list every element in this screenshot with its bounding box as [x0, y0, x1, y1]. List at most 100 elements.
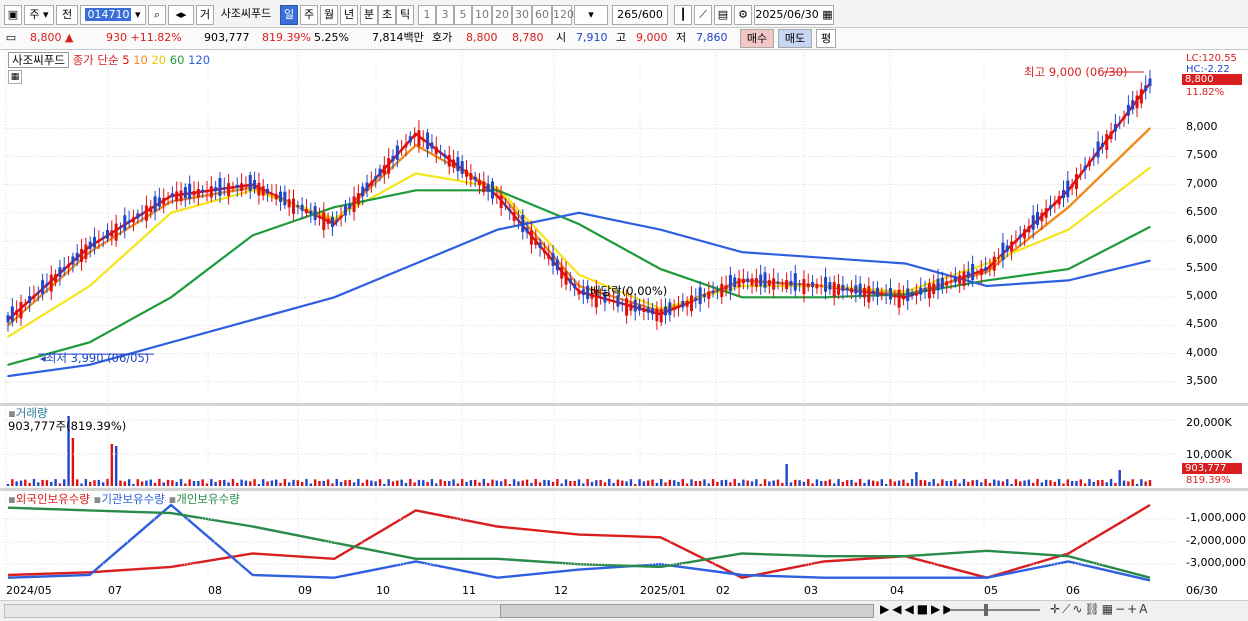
table-icon[interactable]: ▦: [1102, 602, 1115, 616]
volume-bar: [132, 483, 135, 486]
volume-bar: [6, 484, 10, 486]
candle-body: [248, 175, 252, 191]
save-icon[interactable]: ▤: [714, 5, 732, 25]
candle-body: [287, 199, 291, 208]
period-tick[interactable]: 틱: [396, 5, 414, 25]
volume-bar: [993, 479, 996, 486]
candle-body: [1074, 174, 1078, 189]
volume-bar: [716, 481, 719, 486]
buy-button[interactable]: 매수: [740, 29, 774, 48]
link-icon[interactable]: ⛓: [1085, 602, 1102, 616]
volume-bar: [448, 480, 451, 486]
volume-bar: [1062, 483, 1065, 486]
interval-10[interactable]: 10: [472, 5, 492, 25]
zoom-in-icon[interactable]: +: [1127, 602, 1139, 616]
candle-body: [279, 191, 283, 202]
volume-last-tag: 903,777: [1182, 463, 1242, 474]
line-icon[interactable]: ⟋: [1062, 602, 1072, 616]
volume-pane[interactable]: ▪거래량 903,777주(819.39%): [4, 406, 1178, 488]
candle-body: [875, 287, 879, 297]
jeon-button[interactable]: 전: [56, 5, 78, 25]
draw-tool-icon[interactable]: ⟋: [694, 5, 712, 25]
low-annotation: ◂최저 3,990 (06/05): [40, 350, 149, 366]
zoom-slider[interactable]: [950, 609, 1040, 611]
candle-body: [897, 289, 901, 308]
interval-1[interactable]: 1: [418, 5, 436, 25]
date-input[interactable]: 2025/06/30 ▦: [754, 5, 834, 25]
volume-bar: [556, 479, 559, 486]
zoom-out-icon[interactable]: −: [1115, 602, 1127, 616]
volume-bar: [188, 479, 191, 486]
sound-icon[interactable]: ◂▸: [168, 5, 194, 25]
candle-body: [6, 315, 10, 323]
code-input[interactable]: 014710 ▾: [80, 5, 146, 25]
volume-bar: [240, 479, 243, 486]
interval-3[interactable]: 3: [436, 5, 454, 25]
volume-bar: [378, 479, 382, 486]
ma-120-point: [333, 296, 336, 299]
play-icon[interactable]: ▶: [880, 602, 892, 616]
candle-body: [802, 278, 806, 295]
rewind-icon[interactable]: ◀◀: [892, 602, 916, 616]
wave-icon[interactable]: ∿: [1072, 602, 1084, 616]
volume-bar: [192, 480, 196, 486]
period-month[interactable]: 월: [320, 5, 338, 25]
volume-bar: [326, 479, 330, 486]
interval-20[interactable]: 20: [492, 5, 512, 25]
view-button[interactable]: 거: [196, 5, 214, 25]
stop-icon[interactable]: ■: [917, 602, 931, 616]
holder-pane[interactable]: ▪외국인보유수량 ▪기관보유수량 ▪개인보유수량: [4, 491, 1178, 582]
search-icon[interactable]: ⌕: [148, 5, 166, 25]
interval-30[interactable]: 30: [512, 5, 532, 25]
candle-body: [573, 283, 577, 289]
eval-button[interactable]: 평: [816, 29, 836, 48]
period-week[interactable]: 주: [300, 5, 318, 25]
candle-body: [828, 282, 832, 290]
candle-body: [270, 193, 274, 195]
font-icon[interactable]: A: [1139, 602, 1149, 616]
volume-bar: [651, 479, 654, 486]
candle-body: [733, 277, 737, 288]
period-year[interactable]: 년: [340, 5, 358, 25]
volume-bar: [828, 479, 832, 486]
volume-bar: [370, 480, 373, 486]
interval-120[interactable]: 120: [552, 5, 574, 25]
volume-bar: [210, 479, 213, 486]
period-second[interactable]: 초: [378, 5, 396, 25]
candle-body: [949, 281, 953, 283]
legend-ma60: 60: [169, 53, 185, 67]
zoom-slider-handle[interactable]: [984, 604, 988, 616]
candle-body: [607, 299, 611, 301]
price-tick: 5,500: [1186, 261, 1218, 275]
candle-body: [231, 186, 235, 189]
period-minute[interactable]: 분: [360, 5, 378, 25]
layout-icon[interactable]: ▣: [4, 5, 22, 25]
individual-holding-line: [7, 506, 1151, 579]
price-pane[interactable]: 사조씨푸드 종가 단순 5 10 20 60 120 ▦ 최고 9,000 (0…: [4, 52, 1178, 403]
candle-body: [1044, 208, 1048, 218]
crosshair-icon[interactable]: ✛: [1050, 602, 1062, 616]
interval-5[interactable]: 5: [454, 5, 472, 25]
volume-bar: [11, 479, 14, 486]
count-input[interactable]: 265/600: [612, 5, 668, 25]
period-day[interactable]: 일: [280, 5, 298, 25]
x-tick-label: 2025/01: [640, 584, 686, 597]
volume-bar: [1105, 482, 1108, 486]
candle-body: [906, 288, 910, 302]
gear-icon[interactable]: ⚙: [734, 5, 752, 25]
volume-bar: [564, 479, 568, 486]
volume-bar: [348, 479, 351, 486]
candle-body: [612, 300, 616, 302]
sell-button[interactable]: 매도: [778, 29, 812, 48]
scroll-thumb[interactable]: [500, 604, 874, 618]
lc-label: LC:120.55: [1186, 53, 1237, 64]
candle-body: [793, 273, 797, 291]
candle-body: [681, 300, 685, 308]
volume-bar: [296, 480, 300, 486]
market-select[interactable]: 주 ▾: [24, 5, 54, 25]
volume-bar: [1044, 479, 1048, 486]
candle-icon[interactable]: ┃: [674, 5, 692, 25]
calculator-icon[interactable]: ▦: [8, 70, 22, 84]
interval-60[interactable]: 60: [532, 5, 552, 25]
interval-custom-select[interactable]: ▾: [574, 5, 608, 25]
